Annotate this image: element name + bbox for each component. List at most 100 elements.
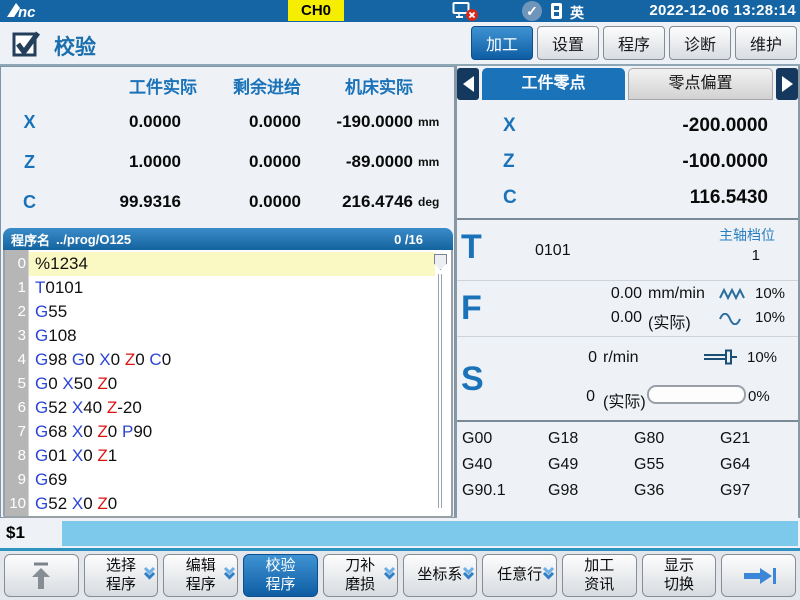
modal-gcode: G90.1 bbox=[462, 482, 548, 500]
menu-diagnosis[interactable]: 诊断 bbox=[669, 26, 731, 60]
spindle-speed-unit: r/min bbox=[603, 349, 639, 367]
command-row: $1 bbox=[0, 518, 800, 548]
language-indicator: 英 bbox=[570, 3, 584, 23]
offset-row: X -200.0000 bbox=[457, 108, 798, 144]
tab-left-arrow[interactable] bbox=[457, 68, 479, 100]
axis-label: C bbox=[2, 182, 57, 222]
spindle-letter: S bbox=[461, 362, 484, 396]
offset-value: 116.5430 bbox=[690, 187, 768, 209]
axis-actual-value: 1.0000 bbox=[57, 142, 197, 182]
modal-gcode-grid: G00G18G80G21G40G49G55G64G90.1G98G36G97 bbox=[462, 426, 798, 518]
program-line[interactable]: 5G0 X50 Z0 bbox=[5, 372, 451, 396]
modal-gcode: G00 bbox=[462, 430, 548, 448]
axis-actual-value: 99.9316 bbox=[57, 182, 197, 222]
program-line-code: T0101 bbox=[29, 276, 435, 300]
menu-settings[interactable]: 设置 bbox=[537, 26, 599, 60]
program-line-number: 1 bbox=[5, 276, 29, 300]
axis-label: Z bbox=[2, 142, 57, 182]
program-line-number: 2 bbox=[5, 300, 29, 324]
softkey-label: 编辑程序 bbox=[186, 557, 216, 595]
rapid-override: 10% bbox=[755, 309, 785, 326]
spindle-speed-value: 0 bbox=[547, 349, 597, 367]
softkey-next[interactable] bbox=[721, 554, 796, 597]
spindle-load-percent: 0% bbox=[748, 388, 770, 405]
program-line[interactable]: 1T0101 bbox=[5, 276, 451, 300]
menu-program[interactable]: 程序 bbox=[603, 26, 665, 60]
channel-label: $1 bbox=[6, 523, 25, 543]
axis-header-machine: 机床实际 bbox=[301, 68, 413, 102]
topbar: nc CH0 ✓ 英 2022-12-06 13:28:14 bbox=[0, 0, 800, 22]
program-line[interactable]: 3G108 bbox=[5, 324, 451, 348]
modal-gcode: G21 bbox=[720, 430, 800, 448]
mode-menu: 加工设置程序诊断维护 bbox=[471, 26, 797, 60]
svg-text:nc: nc bbox=[18, 4, 36, 21]
program-line[interactable]: 7G68 X0 Z0 P90 bbox=[5, 420, 451, 444]
offset-row: Z-100.0000 bbox=[457, 144, 798, 180]
chevron-down-icon bbox=[462, 566, 475, 586]
program-line[interactable]: 8G01 X0 Z1 bbox=[5, 444, 451, 468]
offset-axis-label: X bbox=[503, 115, 516, 137]
cnc-screen: nc CH0 ✓ 英 2022-12-06 13:28:14 校验 加工设置程序… bbox=[0, 0, 800, 600]
program-header: 程序名 ../prog/O125 0 /16 bbox=[3, 228, 453, 250]
softkey-bar: 选择程序 编辑程序 校验程序刀补磨损坐标系 任意行 加工资讯显示切换 bbox=[0, 551, 800, 600]
softkey-tool-comp-wear[interactable]: 刀补磨损 bbox=[323, 554, 398, 597]
softkey-select-program[interactable]: 选择程序 bbox=[84, 554, 159, 597]
softkey-edit-program[interactable]: 编辑程序 bbox=[163, 554, 238, 597]
softkey-display-switch[interactable]: 显示切换 bbox=[642, 554, 717, 597]
feed-set-unit: mm/min bbox=[648, 285, 705, 303]
softkey-label: 选择程序 bbox=[106, 557, 136, 595]
modal-gcode: G98 bbox=[548, 482, 634, 500]
tool-letter: T bbox=[461, 230, 482, 264]
chevron-down-icon bbox=[143, 566, 156, 586]
offset-axis-label: C bbox=[503, 187, 517, 209]
axis-remaining-value: 0.0000 bbox=[197, 142, 301, 182]
program-line[interactable]: 0%1234 bbox=[5, 252, 451, 276]
offset-value: -100.0000 bbox=[682, 151, 768, 173]
offset-tabs: 工件零点 零点偏置 bbox=[457, 68, 798, 100]
softkey-label: 显示切换 bbox=[664, 557, 694, 595]
spindle-actual-value: 0 bbox=[545, 388, 595, 406]
softkey-back[interactable] bbox=[4, 554, 79, 597]
divider bbox=[457, 280, 798, 281]
softkey-machining-info[interactable]: 加工资讯 bbox=[562, 554, 637, 597]
modal-gcode: G18 bbox=[548, 430, 634, 448]
modal-gcode: G36 bbox=[634, 482, 720, 500]
softkey-label: 校验程序 bbox=[265, 557, 295, 595]
program-line-code: G01 X0 Z1 bbox=[29, 444, 435, 468]
softkey-label: 坐标系 bbox=[417, 566, 462, 585]
offset-row: C 116.5430 bbox=[457, 180, 798, 216]
offset-value: -200.0000 bbox=[682, 115, 768, 137]
chevron-down-icon bbox=[383, 566, 396, 586]
modal-gcode: G40 bbox=[462, 456, 548, 474]
program-line-code: %1234 bbox=[29, 252, 435, 276]
axis-header-unit bbox=[413, 68, 453, 102]
program-line[interactable]: 2G55 bbox=[5, 300, 451, 324]
rapid-feed-wave-icon bbox=[719, 287, 747, 306]
axis-header-empty bbox=[2, 68, 57, 102]
spindle-override: 10% bbox=[747, 349, 777, 366]
softkey-label: 任意行 bbox=[497, 566, 542, 585]
program-line[interactable]: 10G52 X0 Z0 bbox=[5, 492, 451, 516]
tab-zero-offset[interactable]: 零点偏置 bbox=[628, 68, 773, 100]
program-line-number: 6 bbox=[5, 396, 29, 420]
program-listing: 0%12341T01012G553G1084G98 G0 X0 Z0 C05G0… bbox=[3, 250, 453, 518]
menu-machining[interactable]: 加工 bbox=[471, 26, 533, 60]
axis-remaining-value: 0.0000 bbox=[197, 182, 301, 222]
menu-maintenance[interactable]: 维护 bbox=[735, 26, 797, 60]
program-path: ../prog/O125 bbox=[56, 232, 131, 247]
program-line[interactable]: 6G52 X40 Z-20 bbox=[5, 396, 451, 420]
softkey-verify-program[interactable]: 校验程序 bbox=[243, 554, 318, 597]
feed-letter: F bbox=[461, 291, 482, 325]
softkey-arbitrary-line[interactable]: 任意行 bbox=[482, 554, 557, 597]
command-input[interactable] bbox=[62, 521, 798, 546]
program-line-number: 9 bbox=[5, 468, 29, 492]
divider bbox=[457, 420, 798, 422]
softkey-coordinate-system[interactable]: 坐标系 bbox=[403, 554, 478, 597]
chevron-down-icon bbox=[542, 566, 555, 586]
program-line[interactable]: 9G69 bbox=[5, 468, 451, 492]
tool-number: 0101 bbox=[535, 242, 571, 260]
tab-right-arrow[interactable] bbox=[776, 68, 798, 100]
spindle-gear-value: 1 bbox=[752, 247, 760, 264]
program-line[interactable]: 4G98 G0 X0 Z0 C0 bbox=[5, 348, 451, 372]
tab-work-zero[interactable]: 工件零点 bbox=[482, 68, 625, 100]
